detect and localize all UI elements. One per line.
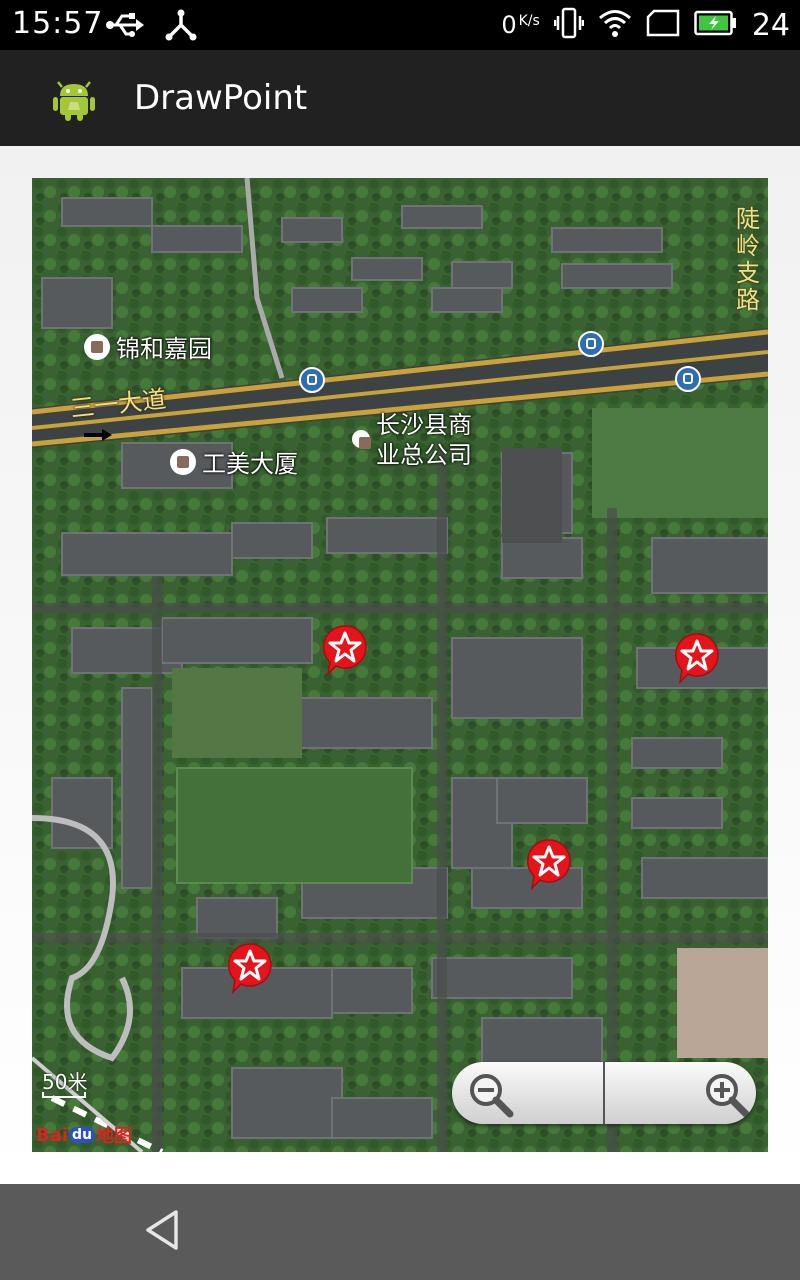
sim-icon <box>646 9 680 41</box>
battery-charging-icon <box>694 9 738 41</box>
vibrate-icon <box>553 6 585 44</box>
app-title: DrawPoint <box>134 78 308 118</box>
residential-icon <box>84 333 110 360</box>
back-icon[interactable] <box>140 1206 188 1254</box>
sync-icon <box>164 8 198 46</box>
bus-stop-icon[interactable] <box>299 367 325 393</box>
nav-bar <box>0 1184 800 1280</box>
satellite-imagery <box>32 178 768 1152</box>
android-icon <box>52 74 96 122</box>
net-speed: 0 K/s <box>501 11 540 39</box>
wifi-icon <box>598 8 632 42</box>
bus-stop-icon[interactable] <box>578 331 604 357</box>
app-bar: DrawPoint <box>0 50 800 146</box>
scale-bar <box>42 1092 86 1098</box>
poi-gongmei[interactable]: 工美大厦 <box>170 444 298 479</box>
map-view[interactable]: 锦和嘉园 工美大厦 长沙县商 业总公司 三一大道 陡岭支路 50米 Bai du 地… <box>32 178 768 1152</box>
baidu-logo: Bai du 地图 <box>36 1124 133 1148</box>
zoom-out-button[interactable] <box>452 1062 603 1124</box>
star-marker-icon[interactable] <box>674 632 720 684</box>
star-marker-icon[interactable] <box>322 624 368 676</box>
star-marker-icon[interactable] <box>227 942 273 994</box>
poi-changsha[interactable]: 长沙县商 业总公司 <box>352 410 472 470</box>
battery-level: 24 <box>751 7 790 43</box>
building-icon <box>170 448 196 475</box>
poi-jinhejiayuan[interactable]: 锦和嘉园 <box>84 329 212 364</box>
usb-icon <box>106 8 146 46</box>
status-bar: 15:57 0 K/s 24 <box>0 0 800 50</box>
zoom-out-icon <box>470 1074 514 1118</box>
zoom-in-button[interactable] <box>605 1062 756 1124</box>
road-label-luling: 陡岭支路 <box>736 205 760 314</box>
status-time: 15:57 <box>12 6 104 41</box>
bus-stop-icon[interactable] <box>675 366 701 392</box>
location-dot-icon <box>352 430 371 449</box>
zoom-in-icon <box>706 1074 750 1118</box>
scale-label: 50米 <box>42 1070 88 1094</box>
star-marker-icon[interactable] <box>526 838 572 890</box>
zoom-control <box>452 1062 756 1124</box>
